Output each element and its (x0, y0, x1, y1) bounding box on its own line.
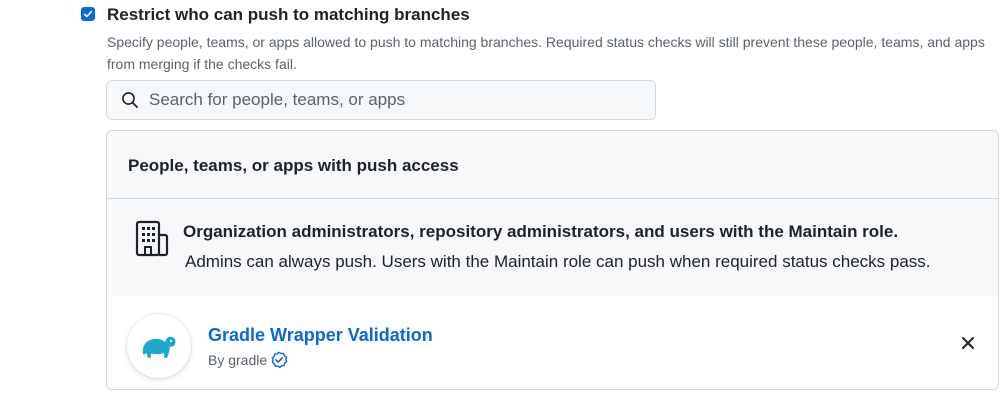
gradle-elephant-icon (142, 336, 176, 358)
rule-description: Specify people, teams, or apps allowed t… (107, 34, 985, 72)
panel-header: People, teams, or apps with push access (107, 131, 998, 199)
panel-header-title: People, teams, or apps with push access (128, 156, 459, 175)
push-access-panel: People, teams, or apps with push access … (106, 130, 999, 390)
organization-icon (134, 219, 170, 259)
search-input[interactable] (149, 90, 629, 110)
search-box[interactable] (106, 80, 656, 120)
search-icon (121, 91, 139, 109)
restrict-push-checkbox[interactable] (81, 7, 95, 21)
app-owner: By gradle (208, 351, 288, 369)
verified-icon (270, 351, 288, 369)
rule-title[interactable]: Restrict who can push to matching branch… (107, 5, 470, 25)
admins-row: Organization administrators, repository … (107, 199, 998, 296)
app-name-link[interactable]: Gradle Wrapper Validation (208, 325, 433, 346)
close-icon (962, 337, 974, 349)
avatar (127, 314, 191, 378)
admins-description: Admins can always push. Users with the M… (185, 252, 931, 271)
checkmark-icon (83, 10, 93, 18)
app-owner-label: By gradle (208, 352, 268, 368)
admins-title: Organization administrators, repository … (183, 222, 899, 241)
list-item: Gradle Wrapper Validation By gradle (107, 296, 998, 389)
remove-app-button[interactable] (957, 332, 979, 354)
